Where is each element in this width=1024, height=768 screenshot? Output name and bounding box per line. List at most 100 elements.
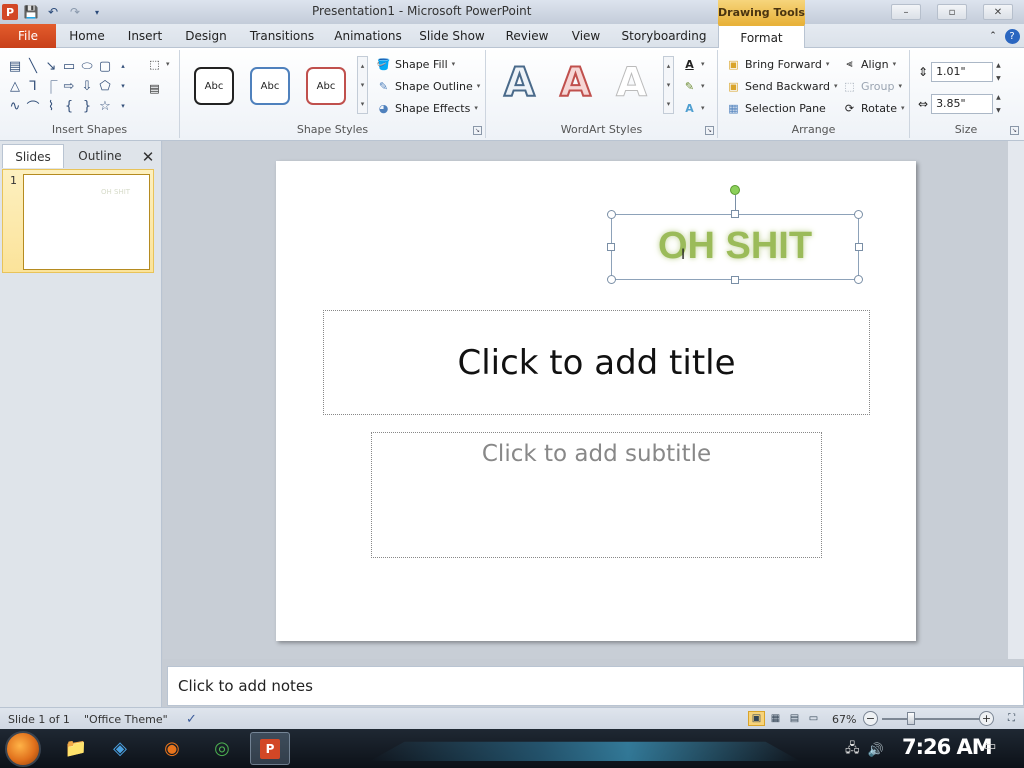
network-app-icon[interactable]: ◈ bbox=[100, 732, 140, 765]
zoom-level[interactable]: 67% bbox=[832, 711, 856, 727]
shape-height-spinner[interactable]: ⇕ 1.01" ▲ ▼ bbox=[918, 62, 1007, 82]
redo-icon[interactable]: ↷ bbox=[66, 3, 84, 21]
theme-name[interactable]: "Office Theme" bbox=[84, 711, 168, 727]
triangle-shape-icon[interactable]: △ bbox=[6, 76, 24, 96]
tab-insert[interactable]: Insert bbox=[122, 24, 168, 48]
flowchart-shape-icon[interactable]: ⬠ bbox=[96, 76, 114, 96]
wordart-preset-red[interactable]: A bbox=[559, 59, 592, 107]
save-icon[interactable]: 💾 bbox=[22, 3, 40, 21]
freeform-shape-icon[interactable]: ⌇ bbox=[42, 96, 60, 116]
slide-thumbnail-row[interactable]: 1 OH SHIT bbox=[2, 169, 154, 273]
zoom-in-icon[interactable]: + bbox=[979, 711, 994, 726]
tab-format[interactable]: Format bbox=[718, 24, 805, 49]
wordart-preset-blue[interactable]: A bbox=[503, 59, 536, 107]
size-launcher-icon[interactable]: ↘ bbox=[1010, 126, 1019, 135]
file-explorer-icon[interactable]: 📁 bbox=[56, 732, 96, 765]
clock[interactable]: 7:26 AM bbox=[902, 735, 993, 759]
shape-style-preset-blue[interactable]: Abc bbox=[250, 67, 290, 105]
arrow-line-shape-icon[interactable]: ↘ bbox=[42, 56, 60, 76]
action-center-icon[interactable]: ▭ bbox=[984, 739, 996, 754]
edit-shape-button[interactable]: ⬚ ▾ bbox=[147, 54, 169, 74]
resize-handle-left[interactable] bbox=[607, 243, 615, 251]
tab-file[interactable]: File bbox=[0, 24, 56, 48]
shape-styles-scroll[interactable]: ▴ ▾ ▾ bbox=[357, 56, 368, 114]
shape-effects-button[interactable]: ◕ Shape Effects ▾ bbox=[376, 98, 478, 118]
powerpoint-taskbar-icon[interactable]: P bbox=[250, 732, 290, 765]
send-backward-button[interactable]: ▣ Send Backward ▾ bbox=[726, 76, 837, 96]
vertical-scrollbar[interactable] bbox=[1008, 141, 1024, 659]
gallery-up-icon[interactable]: ▴ bbox=[114, 56, 132, 76]
rotate-button[interactable]: ⟳ Rotate ▾ bbox=[842, 98, 905, 118]
zoom-slider-thumb[interactable] bbox=[907, 712, 915, 725]
close-pane-icon[interactable]: ✕ bbox=[138, 147, 158, 167]
arc-shape-icon[interactable]: ⌒ bbox=[24, 96, 42, 116]
oval-shape-icon[interactable]: ⬭ bbox=[78, 56, 96, 76]
tab-outline[interactable]: Outline bbox=[66, 144, 134, 168]
bring-forward-button[interactable]: ▣ Bring Forward ▾ bbox=[726, 54, 829, 74]
network-icon[interactable]: 🖧 bbox=[845, 739, 860, 761]
shape-style-preset-red[interactable]: Abc bbox=[306, 67, 346, 105]
shape-outline-button[interactable]: ✎ Shape Outline ▾ bbox=[376, 76, 480, 96]
shape-styles-launcher-icon[interactable]: ↘ bbox=[473, 126, 482, 135]
zoom-out-icon[interactable]: − bbox=[863, 711, 878, 726]
text-outline-button[interactable]: ✎ ▾ bbox=[682, 76, 705, 96]
volume-icon[interactable]: 🔊 bbox=[868, 743, 884, 758]
resize-handle-top-left[interactable] bbox=[607, 210, 616, 219]
chrome-icon[interactable]: ◎ bbox=[202, 732, 242, 765]
height-spin-arrows[interactable]: ▲ ▼ bbox=[996, 62, 1007, 82]
subtitle-placeholder[interactable]: Click to add subtitle bbox=[371, 432, 822, 558]
rotation-handle[interactable] bbox=[730, 185, 740, 195]
start-button[interactable] bbox=[5, 731, 41, 767]
right-arrow-shape-icon[interactable]: ⇨ bbox=[60, 76, 78, 96]
restore-button[interactable]: ▫ bbox=[937, 4, 967, 20]
selection-pane-button[interactable]: ▦ Selection Pane bbox=[726, 98, 826, 118]
align-button[interactable]: ⫷ Align ▾ bbox=[842, 54, 896, 74]
text-box-button[interactable]: ▤ bbox=[147, 78, 162, 98]
tab-review[interactable]: Review bbox=[502, 24, 552, 48]
wordart-textbox[interactable]: OH SHIT bbox=[611, 214, 859, 280]
resize-handle-right[interactable] bbox=[855, 243, 863, 251]
help-icon[interactable]: ? bbox=[1004, 24, 1020, 48]
tab-view[interactable]: View bbox=[566, 24, 606, 48]
textbox-shape-icon[interactable]: ▤ bbox=[6, 56, 24, 76]
fit-to-window-icon[interactable]: ⛶ bbox=[1003, 711, 1020, 726]
tab-slide-show[interactable]: Slide Show bbox=[418, 24, 486, 48]
tab-storyboarding[interactable]: Storyboarding bbox=[620, 24, 708, 48]
slide-sorter-icon[interactable]: ▦ bbox=[767, 711, 784, 726]
powerpoint-logo-icon[interactable]: P bbox=[2, 4, 18, 20]
slide-thumbnail[interactable]: OH SHIT bbox=[23, 174, 150, 270]
normal-view-icon[interactable]: ▣ bbox=[748, 711, 765, 726]
text-fill-button[interactable]: A ▾ bbox=[682, 54, 704, 74]
rectangle-shape-icon[interactable]: ▭ bbox=[60, 56, 78, 76]
resize-handle-bottom[interactable] bbox=[731, 276, 739, 284]
star-shape-icon[interactable]: ☆ bbox=[96, 96, 114, 116]
wordart-preset-light[interactable]: A bbox=[616, 60, 648, 107]
group-button[interactable]: ⬚ Group ▾ bbox=[842, 76, 902, 96]
resize-handle-bottom-right[interactable] bbox=[854, 275, 863, 284]
tab-transitions[interactable]: Transitions bbox=[246, 24, 318, 48]
left-brace-shape-icon[interactable]: { bbox=[60, 96, 78, 116]
tab-home[interactable]: Home bbox=[64, 24, 110, 48]
notes-pane[interactable]: Click to add notes bbox=[167, 666, 1024, 706]
minimize-ribbon-icon[interactable]: ⌃ bbox=[986, 24, 1000, 48]
shape-height-input[interactable]: 1.01" bbox=[931, 62, 994, 82]
down-arrow-shape-icon[interactable]: ⇩ bbox=[78, 76, 96, 96]
shape-style-preset-dark[interactable]: Abc bbox=[194, 67, 234, 105]
resize-handle-top-right[interactable] bbox=[854, 210, 863, 219]
width-spin-arrows[interactable]: ▲ ▼ bbox=[996, 94, 1007, 114]
slide-show-icon[interactable]: ▭ bbox=[805, 711, 822, 726]
text-effects-button[interactable]: A ▾ bbox=[682, 98, 704, 118]
title-placeholder[interactable]: Click to add title bbox=[323, 310, 870, 415]
gallery-down-icon[interactable]: ▾ bbox=[114, 76, 132, 96]
wordart-text[interactable]: OH SHIT bbox=[612, 225, 858, 268]
resize-handle-bottom-left[interactable] bbox=[607, 275, 616, 284]
tab-slides[interactable]: Slides bbox=[2, 144, 64, 168]
elbow-connector-shape-icon[interactable]: ⅂ bbox=[24, 76, 42, 96]
minimize-button[interactable]: – bbox=[891, 4, 921, 20]
resize-handle-top[interactable] bbox=[731, 210, 739, 218]
firefox-icon[interactable]: ◉ bbox=[152, 732, 192, 765]
curve-shape-icon[interactable]: ∿ bbox=[6, 96, 24, 116]
reading-view-icon[interactable]: ▤ bbox=[786, 711, 803, 726]
customize-qat-icon[interactable]: ▾ bbox=[88, 3, 106, 21]
zoom-slider-track[interactable] bbox=[882, 718, 980, 720]
